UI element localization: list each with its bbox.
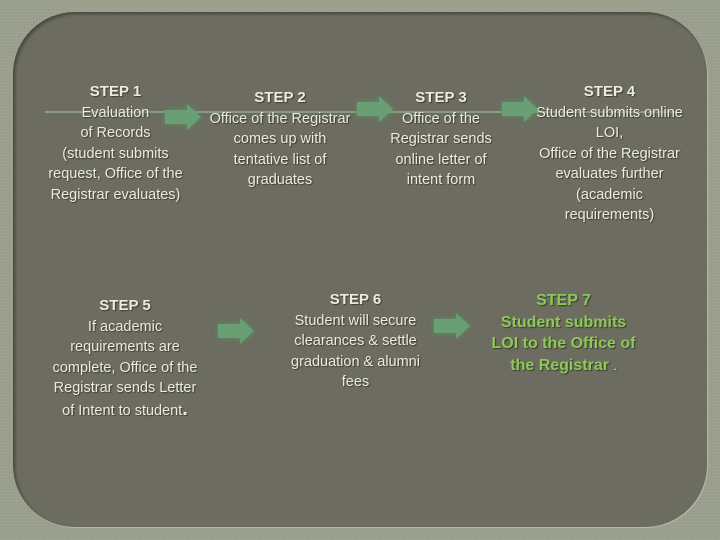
step-text-line: (academic [576,186,643,203]
arrow-right-icon [218,318,254,344]
step-title: STEP 2 [254,89,306,106]
step-text-line: If academic [87,318,163,335]
step-text-line-part: the Registrar [510,356,609,374]
step-text-line: requirements) [564,207,655,223]
step-title: STEP 1 [89,83,142,100]
step-text-line: clearances & settle [294,333,417,349]
step-text-line: Office of the Registrar [209,110,351,127]
step-text-line: Registrar sends [390,131,492,147]
step-text-line: comes up with [233,131,327,147]
step-text-line: intent form [406,172,476,188]
arrow-right-icon [165,104,201,130]
step-text-line: tentative list of [233,151,327,168]
step-text-line: complete, Office of the [52,359,198,376]
end-mark: . [613,358,617,373]
step-4: STEP 4 Student submits online LOI, Offic… [522,82,697,226]
step-text-line: Student submits [500,313,627,331]
arrow-right-icon [434,313,470,339]
step-7: STEP 7 Student submits LOI to the Office… [476,290,651,377]
step-2: STEP 2 Office of the Registrar comes up … [198,88,362,191]
step-text-line-part: of Intent to student [62,402,183,419]
step-1: STEP 1 Evaluation of Records (student su… [38,82,193,205]
step-text-line: online letter of [395,151,487,168]
arrow-right-icon [357,96,393,122]
step-title: STEP 6 [329,291,382,308]
step-text-line: Student submits online [536,104,683,121]
step-title: STEP 4 [583,83,636,100]
step-title: STEP 3 [415,89,467,106]
step-text-line: evaluates further [555,166,664,182]
step-text-line: LOI, [595,125,624,141]
step-text-line: fees [341,374,370,390]
step-title: STEP 7 [536,292,591,309]
step-6: STEP 6 Student will secure clearances & … [278,290,433,393]
step-text-line: of Intent to student. [40,397,210,422]
step-text-line: graduates [247,172,313,188]
step-5: STEP 5 If academic requirements are comp… [40,296,210,421]
step-text-line: Office of the [402,110,480,127]
step-3: STEP 3 Office of the Registrar sends onl… [376,88,506,191]
step-text-line: requirements are [70,339,180,355]
step-text-line: graduation & alumni [291,353,420,370]
step-text-line: (student submits [62,145,169,162]
step-text-line: LOI to the Office of [491,335,636,352]
step-text-line: Registrar sends Letter [53,380,197,396]
step-text-line: Student will secure [294,312,417,329]
step-text-line: the Registrar . [476,355,651,378]
step-text-line: request, Office of the [48,166,183,182]
end-mark: . [182,397,188,420]
step-title: STEP 5 [99,297,151,314]
step-text-line: Registrar evaluates) [50,186,181,203]
step-text-line: Office of the Registrar [539,145,680,162]
arrow-right-icon [502,96,538,122]
